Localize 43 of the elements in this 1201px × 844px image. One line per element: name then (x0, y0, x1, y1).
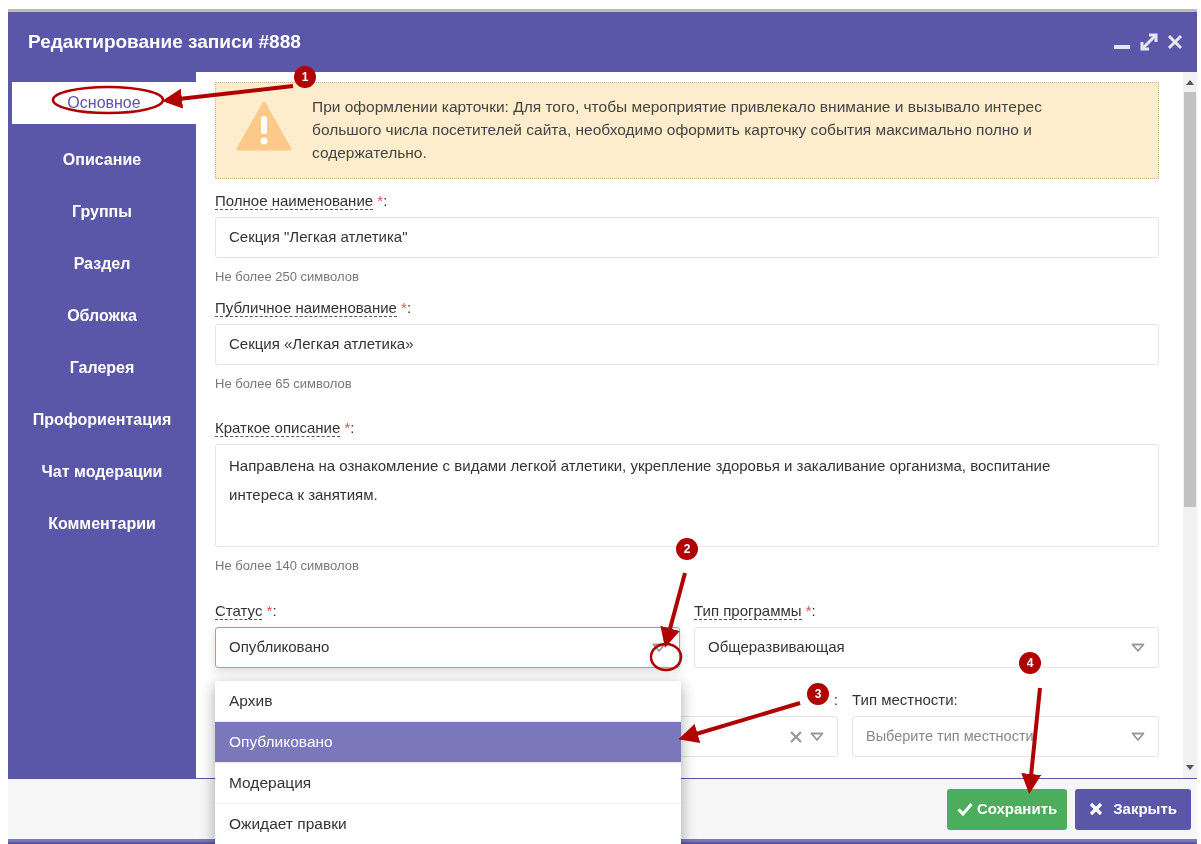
close-icon[interactable] (1167, 34, 1183, 50)
sidebar-tab[interactable]: Обложка (8, 290, 196, 342)
scroll-down-icon[interactable] (1185, 762, 1195, 772)
dropdown-option[interactable]: Ожидает правки (215, 804, 681, 844)
caret-icon (810, 731, 824, 742)
sidebar-tab[interactable]: Группы (8, 186, 196, 238)
caret-icon (1131, 642, 1145, 653)
field-label: : (833, 691, 838, 708)
field-label: Краткое описание *: (215, 419, 355, 437)
input-field[interactable]: Секция «Легкая атлетика» (215, 324, 1159, 365)
sidebar-tab[interactable]: Профориентация (8, 394, 196, 446)
window-title: Редактирование записи #888 (28, 29, 301, 54)
highlight-ellipse (649, 642, 683, 672)
field-label: Статус *: (215, 602, 277, 620)
hint-text: Не более 250 символов (215, 268, 359, 286)
close-icon (1089, 802, 1104, 816)
sidebar-tab[interactable]: Комментарии (8, 498, 196, 550)
check-icon (956, 802, 973, 816)
hint-text: Не более 65 символов (215, 375, 352, 393)
sidebar-tab[interactable]: Описание (8, 134, 196, 186)
select-field[interactable]: Выберите тип местности (852, 716, 1159, 757)
caret-icon (1131, 731, 1145, 742)
warning-icon (236, 101, 292, 151)
sidebar-tab[interactable]: Раздел (8, 238, 196, 290)
sidebar-tab[interactable]: Галерея (8, 342, 196, 394)
dropdown-option[interactable]: Опубликовано (215, 722, 681, 763)
caret-icon (652, 642, 666, 653)
alert-text: При оформлении карточки: Для того, чтобы мероприятие привлекало внимание и вызывало интерес большого числа посетителей сайта, необходимо оформить карточку события максимально полно и содержательно. (312, 97, 1043, 163)
input-field[interactable]: Секция "Легкая атлетика" (215, 217, 1159, 258)
field-label: Тип местности: (852, 691, 958, 708)
select-field[interactable]: Опубликовано (215, 627, 680, 668)
close-button[interactable]: Закрыть (1075, 788, 1191, 830)
maximize-icon[interactable] (1139, 32, 1159, 52)
dropdown-option[interactable]: Архив (215, 681, 681, 722)
sidebar-tab[interactable]: Чат модерации (8, 446, 196, 498)
dropdown-option[interactable]: Модерация (215, 763, 681, 804)
hint-text: Не более 140 символов (215, 557, 359, 575)
scroll-up-icon[interactable] (1185, 78, 1195, 88)
clear-icon[interactable] (790, 730, 802, 743)
scrollbar[interactable] (1183, 72, 1197, 778)
field-label: Тип программы *: (694, 602, 816, 620)
field-label: Полное наименование *: (215, 192, 388, 210)
field-label: Публичное наименование *: (215, 299, 412, 317)
